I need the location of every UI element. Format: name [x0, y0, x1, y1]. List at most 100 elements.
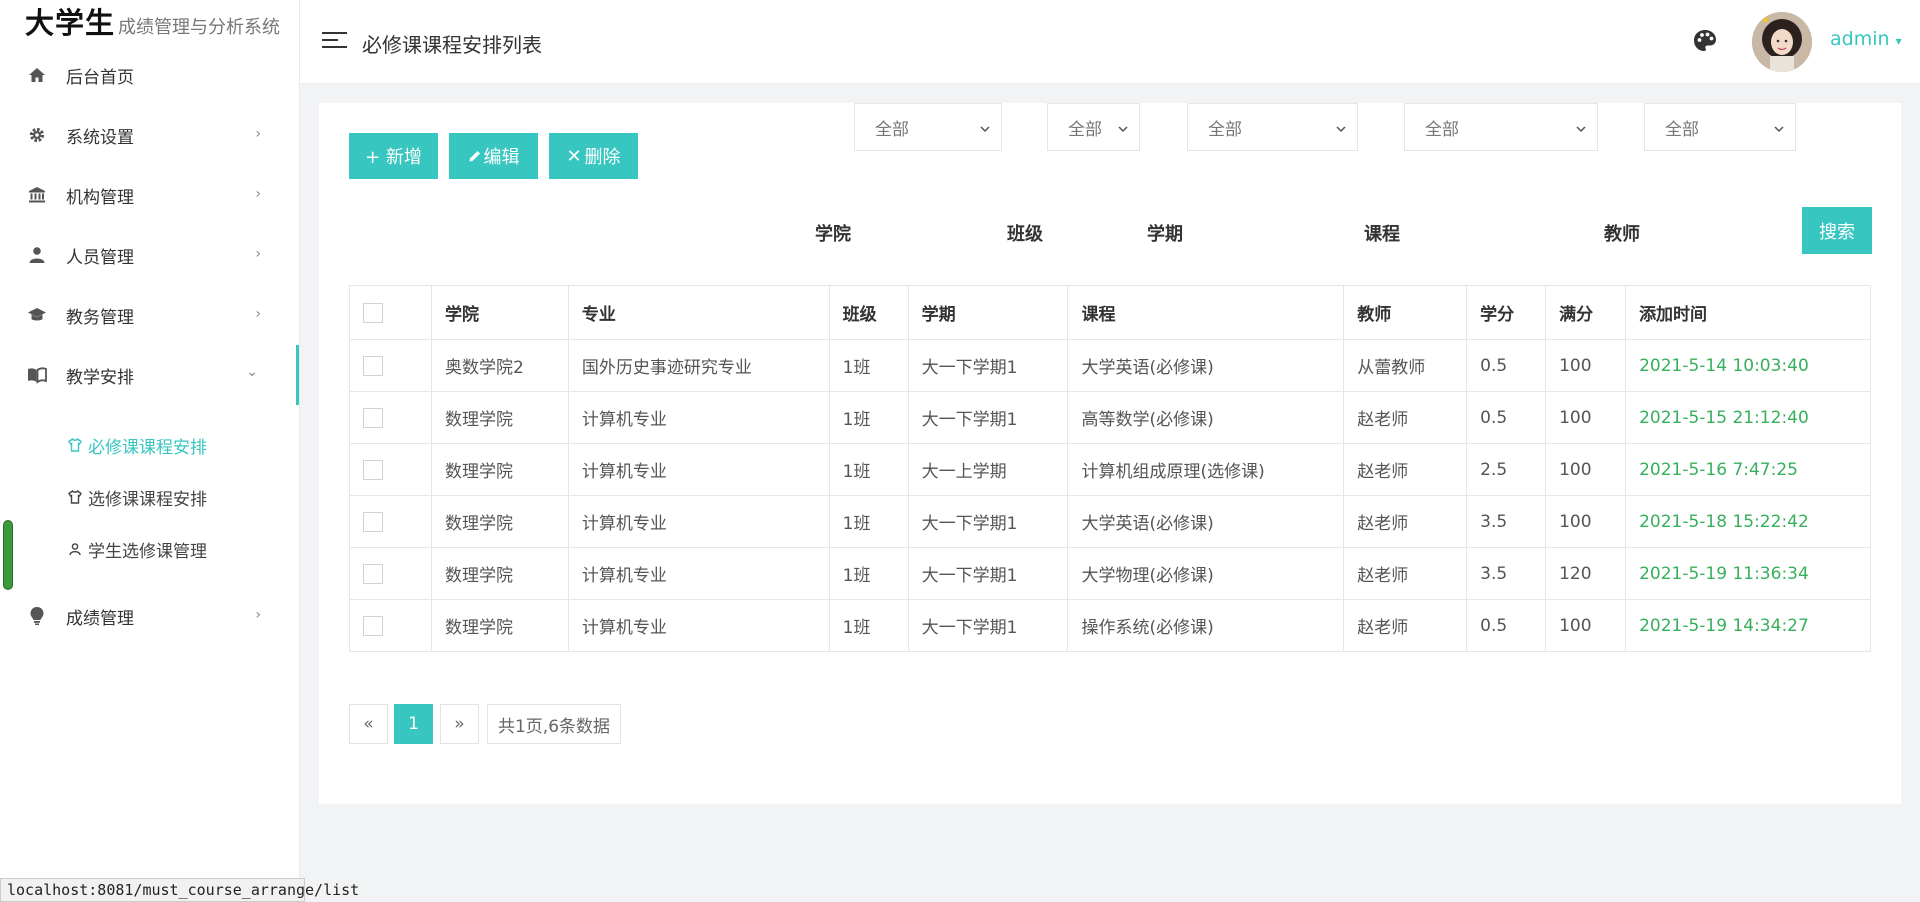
- menu-toggle-icon[interactable]: [322, 30, 348, 50]
- page-title: 必修课课程安排列表: [362, 33, 542, 57]
- user-menu[interactable]: admin ▾: [1830, 28, 1902, 50]
- sidebar-item-personnel[interactable]: 人员管理 ›: [0, 225, 299, 285]
- select-all-cell: [349, 285, 432, 340]
- sidebar-subitem-required-course[interactable]: 必修课课程安排: [0, 419, 299, 471]
- pencil-icon: [468, 150, 481, 163]
- edit-button[interactable]: 编辑: [449, 133, 538, 179]
- cell-major: 计算机专业: [567, 443, 830, 496]
- table-row[interactable]: 数理学院 计算机专业 1班 大一上学期 计算机组成原理(选修课) 赵老师 2.5…: [349, 443, 1871, 496]
- add-button[interactable]: + 新增: [349, 133, 438, 179]
- row-checkbox[interactable]: [363, 355, 383, 376]
- table-row[interactable]: 数理学院 计算机专业 1班 大一下学期1 操作系统(必修课) 赵老师 0.5 1…: [349, 599, 1871, 652]
- course-filter-label: 课程: [1364, 224, 1400, 245]
- sidebar-item-label: 教学安排: [66, 367, 134, 388]
- sidebar-nav: 后台首页 系统设置 › 机构管理 › 人员管理 › 教务管理 › 教学安排 ⌄: [0, 45, 299, 405]
- cell-major: 国外历史事迹研究专业: [567, 339, 830, 392]
- person-icon: [26, 244, 48, 266]
- class-select[interactable]: 全部: [1047, 103, 1140, 151]
- cell-course: 操作系统(必修课): [1067, 599, 1345, 652]
- select-all-checkbox[interactable]: [363, 302, 383, 323]
- cell-teacher: 赵老师: [1343, 443, 1468, 496]
- column-header[interactable]: 学分: [1466, 285, 1547, 340]
- sidebar-subitem-label: 必修课课程安排: [88, 437, 207, 458]
- main-panel: + 新增 编辑 ✕ 删除 学院 全部 班级 全部 学期 全部 课程 全部 教师 全…: [319, 103, 1901, 804]
- class-select-value: 全部: [1068, 119, 1102, 140]
- chevron-right-icon: ›: [255, 607, 261, 623]
- column-header[interactable]: 满分: [1545, 285, 1627, 340]
- column-header[interactable]: 教师: [1343, 285, 1468, 340]
- book-open-icon: [26, 364, 48, 386]
- cell-class: 1班: [828, 391, 909, 444]
- table-row[interactable]: 数理学院 计算机专业 1班 大一下学期1 大学物理(必修课) 赵老师 3.5 1…: [349, 547, 1871, 600]
- chevron-right-icon: ›: [255, 306, 261, 322]
- course-select-value: 全部: [1425, 119, 1459, 140]
- cell-credit: 3.5: [1466, 495, 1547, 548]
- row-select-cell: [349, 443, 432, 496]
- sidebar-item-label: 机构管理: [66, 187, 134, 208]
- sidebar-item-label: 系统设置: [66, 127, 134, 148]
- column-header[interactable]: 添加时间: [1625, 285, 1871, 340]
- sidebar-subitem-elective-course[interactable]: 选修课课程安排: [0, 471, 299, 523]
- row-checkbox[interactable]: [363, 563, 383, 584]
- cell-course: 大学英语(必修课): [1067, 495, 1345, 548]
- next-page-button[interactable]: »: [440, 704, 479, 744]
- cell-class: 1班: [828, 495, 909, 548]
- row-checkbox[interactable]: [363, 615, 383, 636]
- cell-added-time: 2021-5-14 10:03:40: [1625, 339, 1871, 392]
- sidebar-item-system-settings[interactable]: 系统设置 ›: [0, 105, 299, 165]
- sidebar-item-academic-affairs[interactable]: 教务管理 ›: [0, 285, 299, 345]
- cell-term: 大一下学期1: [907, 339, 1069, 392]
- cell-college: 数理学院: [430, 495, 569, 548]
- cell-teacher: 赵老师: [1343, 599, 1468, 652]
- column-header[interactable]: 专业: [567, 285, 830, 340]
- sidebar-subitem-student-elective[interactable]: 学生选修课管理: [0, 523, 299, 575]
- gear-icon: [26, 124, 48, 146]
- cell-term: 大一下学期1: [907, 599, 1069, 652]
- table-row[interactable]: 数理学院 计算机专业 1班 大一下学期1 大学英语(必修课) 赵老师 3.5 1…: [349, 495, 1871, 548]
- table-row[interactable]: 奥数学院2 国外历史事迹研究专业 1班 大一下学期1 大学英语(必修课) 从蕾教…: [349, 339, 1871, 392]
- cell-teacher: 赵老师: [1343, 495, 1468, 548]
- sidebar-scrollbar[interactable]: [3, 520, 13, 590]
- page-1-button[interactable]: 1: [394, 704, 433, 744]
- user-name: admin: [1830, 28, 1890, 50]
- teacher-filter-label: 教师: [1604, 224, 1640, 245]
- college-select-value: 全部: [875, 119, 909, 140]
- cell-full-score: 100: [1545, 391, 1627, 444]
- college-filter-label: 学院: [815, 224, 851, 245]
- sidebar-subitem-label: 选修课课程安排: [88, 489, 207, 510]
- cell-college: 数理学院: [430, 391, 569, 444]
- teacher-select[interactable]: 全部: [1644, 103, 1796, 151]
- cell-added-time: 2021-5-18 15:22:42: [1625, 495, 1871, 548]
- palette-icon[interactable]: [1692, 28, 1718, 54]
- browser-status-url: localhost:8081/must_course_arrange/list: [0, 878, 359, 902]
- sidebar-item-institution[interactable]: 机构管理 ›: [0, 165, 299, 225]
- search-button[interactable]: 搜索: [1802, 207, 1872, 254]
- sidebar-item-grade-management[interactable]: 成绩管理 ›: [0, 586, 299, 646]
- sidebar: 大学生 成绩管理与分析系统 后台首页 系统设置 › 机构管理 › 人员管理 › …: [0, 0, 300, 902]
- chevron-down-icon: [1773, 120, 1785, 133]
- column-header[interactable]: 学院: [430, 285, 569, 340]
- cell-college: 数理学院: [430, 547, 569, 600]
- cell-full-score: 100: [1545, 495, 1627, 548]
- table-row[interactable]: 数理学院 计算机专业 1班 大一下学期1 高等数学(必修课) 赵老师 0.5 1…: [349, 391, 1871, 444]
- cell-credit: 0.5: [1466, 599, 1547, 652]
- row-checkbox[interactable]: [363, 459, 383, 480]
- prev-page-button[interactable]: «: [349, 704, 388, 744]
- column-header[interactable]: 学期: [907, 285, 1069, 340]
- cell-class: 1班: [828, 339, 909, 392]
- sidebar-item-home[interactable]: 后台首页: [0, 45, 299, 105]
- row-select-cell: [349, 339, 432, 392]
- sidebar-item-teaching-arrangement[interactable]: 教学安排 ⌄: [0, 345, 299, 405]
- column-header[interactable]: 课程: [1067, 285, 1345, 340]
- row-checkbox[interactable]: [363, 407, 383, 428]
- college-select[interactable]: 全部: [854, 103, 1002, 151]
- delete-button[interactable]: ✕ 删除: [549, 133, 638, 179]
- course-select[interactable]: 全部: [1404, 103, 1598, 151]
- term-select[interactable]: 全部: [1187, 103, 1358, 151]
- avatar[interactable]: [1752, 12, 1812, 72]
- term-filter-label: 学期: [1147, 224, 1183, 245]
- row-checkbox[interactable]: [363, 511, 383, 532]
- column-header[interactable]: 班级: [828, 285, 909, 340]
- cell-credit: 0.5: [1466, 339, 1547, 392]
- cell-major: 计算机专业: [567, 495, 830, 548]
